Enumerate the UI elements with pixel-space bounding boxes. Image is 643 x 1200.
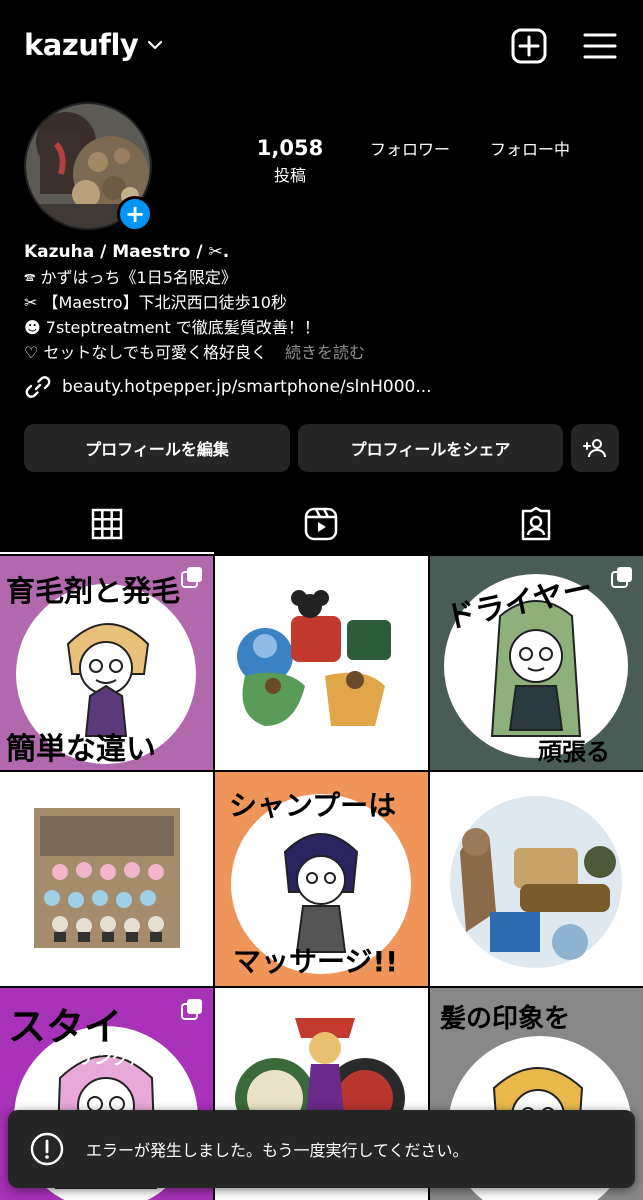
post-caption: 髪の印象を xyxy=(440,1004,571,1034)
posts-grid: 育毛剤と発毛 簡単な違い ドライヤー 頑張る シャンプーは マッサージ!! スタ… xyxy=(0,556,643,1200)
profile-header: kazufly xyxy=(0,0,643,96)
bio-line-last: ♡ セットなしでも可愛く格好良く 続きを読む xyxy=(24,340,624,365)
grid-icon xyxy=(91,508,123,540)
read-more-link[interactable]: 続きを読む xyxy=(285,343,365,362)
post-caption: 簡単な違い xyxy=(6,732,156,767)
post-tile[interactable]: ドライヤー 頑張る xyxy=(430,556,643,770)
username: kazufly xyxy=(24,28,139,62)
error-toast: エラーが発生しました。もう一度実行してください。 xyxy=(8,1110,635,1188)
multiple-photos-icon xyxy=(611,567,632,588)
multiple-photos-icon xyxy=(611,783,632,804)
tab-reels[interactable] xyxy=(214,494,428,554)
post-tile[interactable] xyxy=(430,772,643,986)
tab-tagged[interactable] xyxy=(429,494,643,554)
profile-tabs xyxy=(0,494,643,554)
bio-line: ✂︎ 【Maestro】下北沢西口徒歩10秒 xyxy=(24,293,287,312)
profile-stats: 1,058 投稿 フォロワー フォロー中 xyxy=(230,136,610,186)
plus-icon: + xyxy=(124,200,146,228)
post-tile[interactable]: シャンプーは マッサージ!! xyxy=(215,772,428,986)
bio-line: 🕿 かずはっち《1日5名限定》 xyxy=(24,268,237,287)
profile-bio: Kazuha / Maestro / ✂︎. 🕿 かずはっち《1日5名限定》 ✂… xyxy=(24,240,624,365)
post-tile[interactable] xyxy=(215,556,428,770)
post-caption: 頑張る xyxy=(538,738,610,766)
link-text: beauty.hotpepper.jp/smartphone/slnH000..… xyxy=(62,377,432,397)
link-icon xyxy=(25,376,51,398)
stat-following[interactable]: フォロー中 xyxy=(470,136,590,186)
bio-line: ♡ セットなしでも可愛く格好良く xyxy=(24,343,267,362)
followers-label: フォロワー xyxy=(369,140,450,159)
post-tile[interactable]: 育毛剤と発毛 簡単な違い xyxy=(0,556,213,770)
post-tile[interactable] xyxy=(0,772,213,986)
post-photo xyxy=(450,796,622,968)
post-caption: リング剤は xyxy=(76,1048,166,1069)
post-photo xyxy=(34,808,180,948)
username-switcher[interactable]: kazufly xyxy=(24,28,164,62)
discover-people-button[interactable] xyxy=(571,424,619,472)
toast-message: エラーが発生しました。もう一度実行してください。 xyxy=(86,1141,469,1160)
add-story-button[interactable]: + xyxy=(117,196,153,232)
share-profile-button[interactable]: プロフィールをシェア xyxy=(298,424,563,472)
post-photo xyxy=(237,590,391,726)
post-caption: 育毛剤と発毛 xyxy=(6,574,181,608)
stat-followers[interactable]: フォロワー xyxy=(350,136,470,186)
menu-icon[interactable] xyxy=(580,26,620,66)
profile-link[interactable]: beauty.hotpepper.jp/smartphone/slnH000..… xyxy=(24,373,432,401)
chevron-down-icon xyxy=(148,40,163,50)
following-label: フォロー中 xyxy=(489,140,570,159)
add-person-icon xyxy=(583,439,606,458)
post-caption: マッサージ!! xyxy=(233,945,398,978)
stat-posts[interactable]: 1,058 投稿 xyxy=(230,136,350,186)
posts-label: 投稿 xyxy=(273,166,306,185)
post-caption: スタイ xyxy=(8,1005,123,1049)
bio-line: ☻ 7steptreatment で徹底髪質改善！！ xyxy=(24,318,320,337)
create-post-icon[interactable] xyxy=(509,26,549,66)
multiple-photos-icon xyxy=(181,567,202,588)
profile-avatar-container[interactable]: + xyxy=(24,102,154,232)
display-name: Kazuha / Maestro / ✂︎. xyxy=(24,242,230,262)
multiple-photos-icon xyxy=(181,999,202,1020)
reels-icon xyxy=(305,507,338,541)
alert-circle-icon xyxy=(30,1132,64,1166)
tagged-person-icon xyxy=(521,507,551,541)
post-caption: シャンプーは xyxy=(229,789,397,822)
tab-posts-grid[interactable] xyxy=(0,494,215,554)
posts-count: 1,058 xyxy=(256,136,324,160)
edit-profile-button[interactable]: プロフィールを編集 xyxy=(24,424,290,472)
multiple-photos-icon xyxy=(396,999,417,1020)
